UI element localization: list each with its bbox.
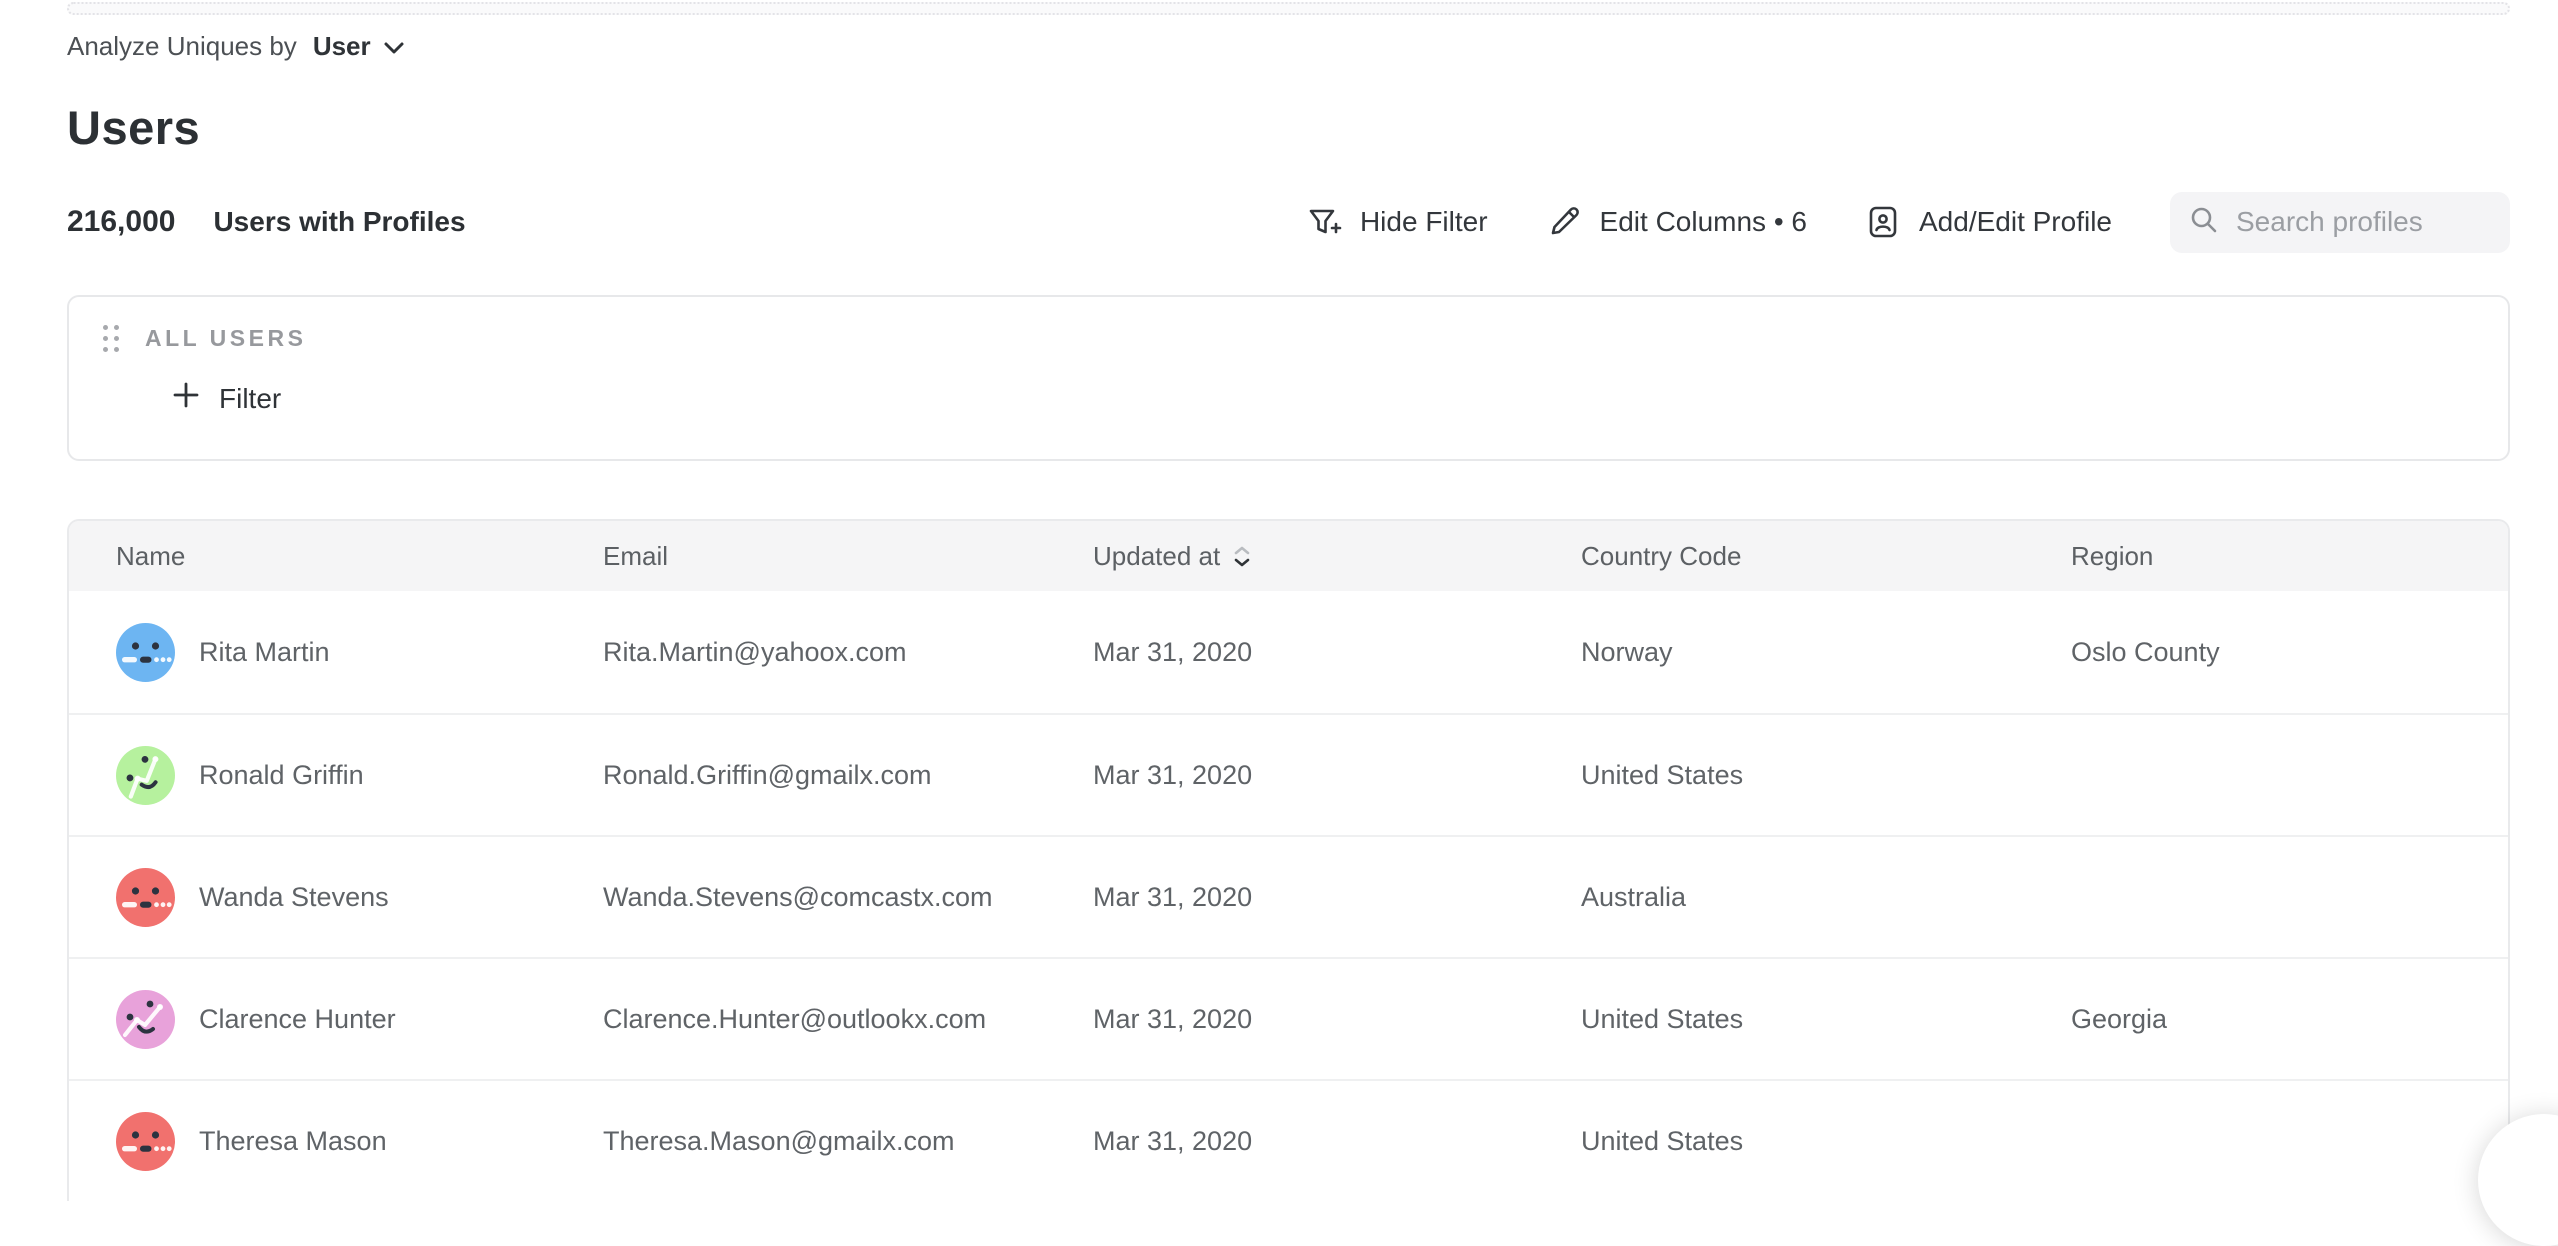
plus-icon <box>171 380 201 417</box>
users-page: Analyze Uniques by User Users 216,000 Us… <box>0 0 2558 1201</box>
search-profiles-box[interactable] <box>2170 192 2510 253</box>
users-table: Name Email Updated at Country Code Regio… <box>67 519 2510 1201</box>
user-region-cell: Oslo County <box>2024 591 2508 713</box>
edit-columns-label: Edit Columns • 6 <box>1600 206 1807 238</box>
table-row[interactable]: Wanda Stevens Wanda.Stevens@comcastx.com… <box>69 835 2508 957</box>
funnel-plus-icon <box>1306 204 1342 240</box>
user-avatar <box>116 1112 175 1171</box>
profile-count-label: Users with Profiles <box>213 206 465 238</box>
toolbar: Hide Filter Edit Columns • 6 <box>1306 192 2510 253</box>
user-name: Rita Martin <box>199 637 330 668</box>
profile-card-icon <box>1865 204 1901 240</box>
user-avatar <box>116 990 175 1049</box>
user-region-cell <box>2024 1081 2508 1201</box>
table-row[interactable]: Rita Martin Rita.Martin@yahoox.com Mar 3… <box>69 591 2508 713</box>
user-updated-at-cell: Mar 31, 2020 <box>1046 837 1534 957</box>
analyze-by-value: User <box>313 31 371 62</box>
user-avatar <box>116 868 175 927</box>
user-avatar <box>116 746 175 805</box>
user-region-cell <box>2024 837 2508 957</box>
sort-icon[interactable] <box>1234 546 1250 567</box>
user-name-cell: Theresa Mason <box>69 1081 556 1201</box>
user-email-cell: Theresa.Mason@gmailx.com <box>556 1081 1046 1201</box>
user-email-cell: Wanda.Stevens@comcastx.com <box>556 837 1046 957</box>
pencil-icon <box>1546 204 1582 240</box>
filter-group-label: ALL USERS <box>145 325 306 352</box>
user-name-cell: Wanda Stevens <box>69 837 556 957</box>
search-icon <box>2188 204 2220 241</box>
user-country-cell: Norway <box>1534 591 2024 713</box>
user-email-cell: Ronald.Griffin@gmailx.com <box>556 715 1046 835</box>
column-header-name[interactable]: Name <box>69 521 556 591</box>
profile-count-group: 216,000 Users with Profiles <box>67 205 466 239</box>
column-header-updated-at[interactable]: Updated at <box>1046 521 1534 591</box>
chevron-down-icon <box>383 31 405 62</box>
hide-filter-label: Hide Filter <box>1360 206 1488 238</box>
hide-filter-button[interactable]: Hide Filter <box>1306 204 1488 240</box>
user-name-cell: Rita Martin <box>69 591 556 713</box>
filter-group-header: ALL USERS <box>103 325 2508 352</box>
user-email-cell: Clarence.Hunter@outlookx.com <box>556 959 1046 1079</box>
user-updated-at-cell: Mar 31, 2020 <box>1046 715 1534 835</box>
filter-panel: ALL USERS Filter <box>67 295 2510 461</box>
user-avatar <box>116 623 175 682</box>
user-name: Ronald Griffin <box>199 760 364 791</box>
user-country-cell: United States <box>1534 1081 2024 1201</box>
column-header-country-code[interactable]: Country Code <box>1534 521 2024 591</box>
user-updated-at-cell: Mar 31, 2020 <box>1046 591 1534 713</box>
edit-columns-button[interactable]: Edit Columns • 6 <box>1546 204 1807 240</box>
stats-toolbar-row: 216,000 Users with Profiles Hide Filter <box>67 191 2510 253</box>
add-edit-profile-label: Add/Edit Profile <box>1919 206 2112 238</box>
user-name-cell: Clarence Hunter <box>69 959 556 1079</box>
add-filter-label: Filter <box>219 383 281 415</box>
table-row[interactable]: Ronald Griffin Ronald.Griffin@gmailx.com… <box>69 713 2508 835</box>
table-row[interactable]: Clarence Hunter Clarence.Hunter@outlookx… <box>69 957 2508 1079</box>
user-region-cell: Georgia <box>2024 959 2508 1079</box>
add-edit-profile-button[interactable]: Add/Edit Profile <box>1865 204 2112 240</box>
analyze-by-dropdown[interactable]: User <box>313 31 405 62</box>
user-country-cell: Australia <box>1534 837 2024 957</box>
user-country-cell: United States <box>1534 715 2024 835</box>
collapsed-panel-edge <box>67 2 2510 15</box>
user-name: Clarence Hunter <box>199 1004 396 1035</box>
user-updated-at-cell: Mar 31, 2020 <box>1046 1081 1534 1201</box>
table-row[interactable]: Theresa Mason Theresa.Mason@gmailx.com M… <box>69 1079 2508 1201</box>
search-profiles-input[interactable] <box>2236 206 2492 238</box>
analyze-uniques-label: Analyze Uniques by <box>67 31 297 62</box>
table-body: Rita Martin Rita.Martin@yahoox.com Mar 3… <box>69 591 2508 1201</box>
user-region-cell <box>2024 715 2508 835</box>
user-updated-at-cell: Mar 31, 2020 <box>1046 959 1534 1079</box>
user-name-cell: Ronald Griffin <box>69 715 556 835</box>
user-name: Wanda Stevens <box>199 882 389 913</box>
analyze-uniques-bar: Analyze Uniques by User <box>67 28 2510 64</box>
user-country-cell: United States <box>1534 959 2024 1079</box>
add-filter-button[interactable]: Filter <box>171 380 281 417</box>
user-name: Theresa Mason <box>199 1126 387 1157</box>
user-email-cell: Rita.Martin@yahoox.com <box>556 591 1046 713</box>
column-header-email[interactable]: Email <box>556 521 1046 591</box>
page-title: Users <box>67 100 2510 155</box>
drag-handle-icon[interactable] <box>103 325 119 352</box>
table-header-row: Name Email Updated at Country Code Regio… <box>69 521 2508 591</box>
column-header-region[interactable]: Region <box>2024 521 2508 591</box>
profile-count: 216,000 <box>67 205 175 239</box>
